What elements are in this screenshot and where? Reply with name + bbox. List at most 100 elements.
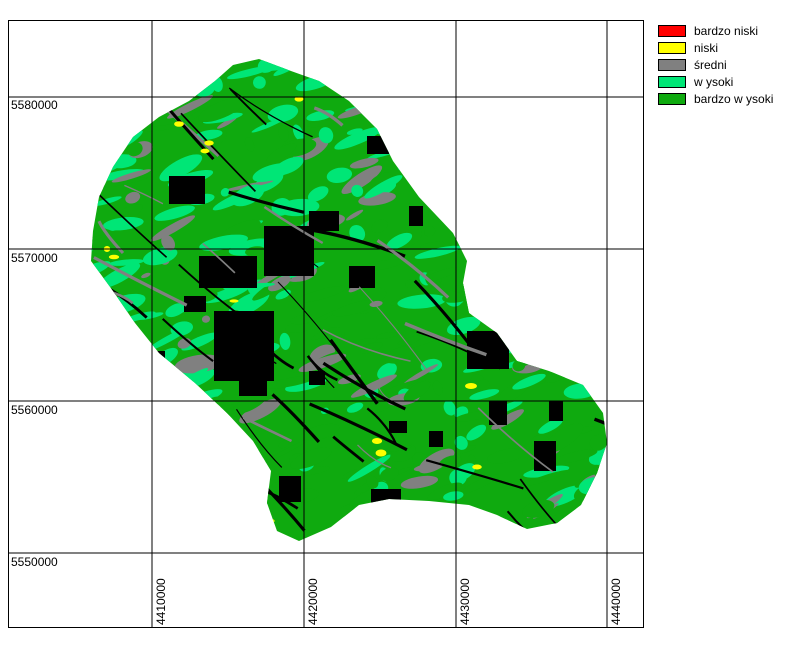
terrain-patch [516, 104, 546, 125]
terrain-patch [512, 305, 544, 315]
terrain-patch [386, 84, 416, 101]
x-tick-label: 4430000 [458, 578, 472, 625]
terrain-patch [594, 345, 607, 361]
x-tick-label: 4440000 [609, 578, 623, 625]
no-data-block [309, 211, 339, 231]
terrain-patch [500, 317, 524, 328]
terrain-patch [524, 111, 554, 126]
terrain-patch [91, 482, 101, 498]
terrain-patch [613, 366, 629, 381]
terrain-patch [247, 510, 265, 521]
terrain-patch [535, 257, 555, 271]
terrain-patch [199, 507, 212, 522]
terrain-patch [574, 508, 606, 529]
terrain-patch [584, 210, 607, 227]
niski-spot [200, 148, 210, 154]
terrain-patch [212, 531, 229, 541]
legend-item-niski: niski [656, 41, 806, 58]
terrain-patch [432, 537, 468, 541]
terrain-patch [448, 163, 476, 182]
terrain-patch [379, 516, 419, 529]
terrain-patch [115, 68, 154, 84]
y-tick-label: 5550000 [11, 555, 60, 569]
terrain-patch [557, 202, 601, 234]
terrain-patch [360, 89, 379, 97]
no-data-block [184, 296, 206, 312]
terrain-patch [520, 72, 561, 91]
niski-spot [371, 438, 383, 444]
no-data-block [409, 206, 423, 226]
terrain-patch [466, 226, 498, 248]
terrain-patch [588, 331, 607, 340]
terrain-patch [276, 59, 300, 66]
terrain-patch [376, 124, 406, 136]
terrain-line [565, 118, 607, 196]
terrain-patch [592, 477, 607, 490]
terrain-patch [229, 522, 263, 538]
terrain-patch [91, 486, 94, 500]
terrain-patch [605, 220, 637, 243]
terrain-patch [438, 541, 464, 559]
terrain-patch [541, 120, 574, 141]
terrain-patch [172, 403, 194, 411]
y-tick-label: 5570000 [11, 251, 60, 265]
terrain-patch [91, 120, 113, 140]
terrain-patch [417, 512, 455, 521]
terrain-patch [125, 439, 170, 454]
no-data-block [429, 431, 443, 447]
terrain-patch [515, 170, 545, 186]
terrain-patch [225, 522, 237, 534]
terrain-patch [91, 493, 110, 510]
terrain-patch [593, 192, 607, 207]
terrain-patch [464, 513, 488, 531]
terrain-patch [397, 154, 432, 173]
terrain-patch [174, 423, 202, 441]
terrain-patch [125, 519, 167, 541]
terrain-patch [188, 423, 202, 433]
terrain-patch [552, 153, 579, 168]
terrain-line [546, 528, 607, 541]
terrain-patch [600, 335, 607, 348]
terrain-patch [529, 318, 542, 329]
niski-spot [204, 140, 214, 146]
terrain-patch [135, 369, 153, 379]
terrain-line [425, 122, 503, 147]
terrain-patch [553, 267, 593, 283]
terrain-patch [209, 438, 230, 444]
terrain-patch [368, 60, 411, 75]
terrain-patch [516, 158, 532, 170]
no-data-block [349, 266, 375, 288]
terrain-patch [569, 343, 604, 368]
terrain-patch [211, 457, 241, 475]
terrain-patch [505, 274, 525, 284]
terrain-patch [517, 536, 534, 541]
terrain-patch [576, 324, 607, 335]
legend-swatch [658, 25, 686, 37]
terrain-patch [407, 152, 446, 173]
terrain-patch [373, 515, 411, 535]
terrain-patch [519, 527, 553, 541]
terrain-patch [490, 209, 512, 224]
terrain-patch [555, 156, 593, 171]
no-data-block [239, 366, 267, 396]
terrain-patch [440, 84, 477, 100]
terrain-patch [131, 405, 159, 419]
terrain-patch [403, 71, 432, 81]
terrain-patch [601, 532, 607, 541]
terrain-patch [116, 461, 139, 479]
terrain-patch [558, 86, 601, 102]
terrain-patch [589, 278, 603, 293]
terrain-patch [92, 64, 119, 84]
terrain-line [558, 285, 594, 306]
terrain-patch [452, 225, 463, 233]
terrain-patch [56, 266, 88, 292]
terrain-patch [91, 360, 96, 374]
terrain-line [525, 269, 555, 289]
terrain-patch [150, 480, 194, 510]
terrain-line [557, 291, 607, 350]
legend-item-bardzo-wysoki: bardzo w ysoki [656, 92, 806, 109]
terrain-patch [564, 148, 603, 168]
terrain-patch [514, 201, 561, 208]
terrain-patch [491, 314, 534, 323]
terrain-patch [520, 336, 539, 350]
